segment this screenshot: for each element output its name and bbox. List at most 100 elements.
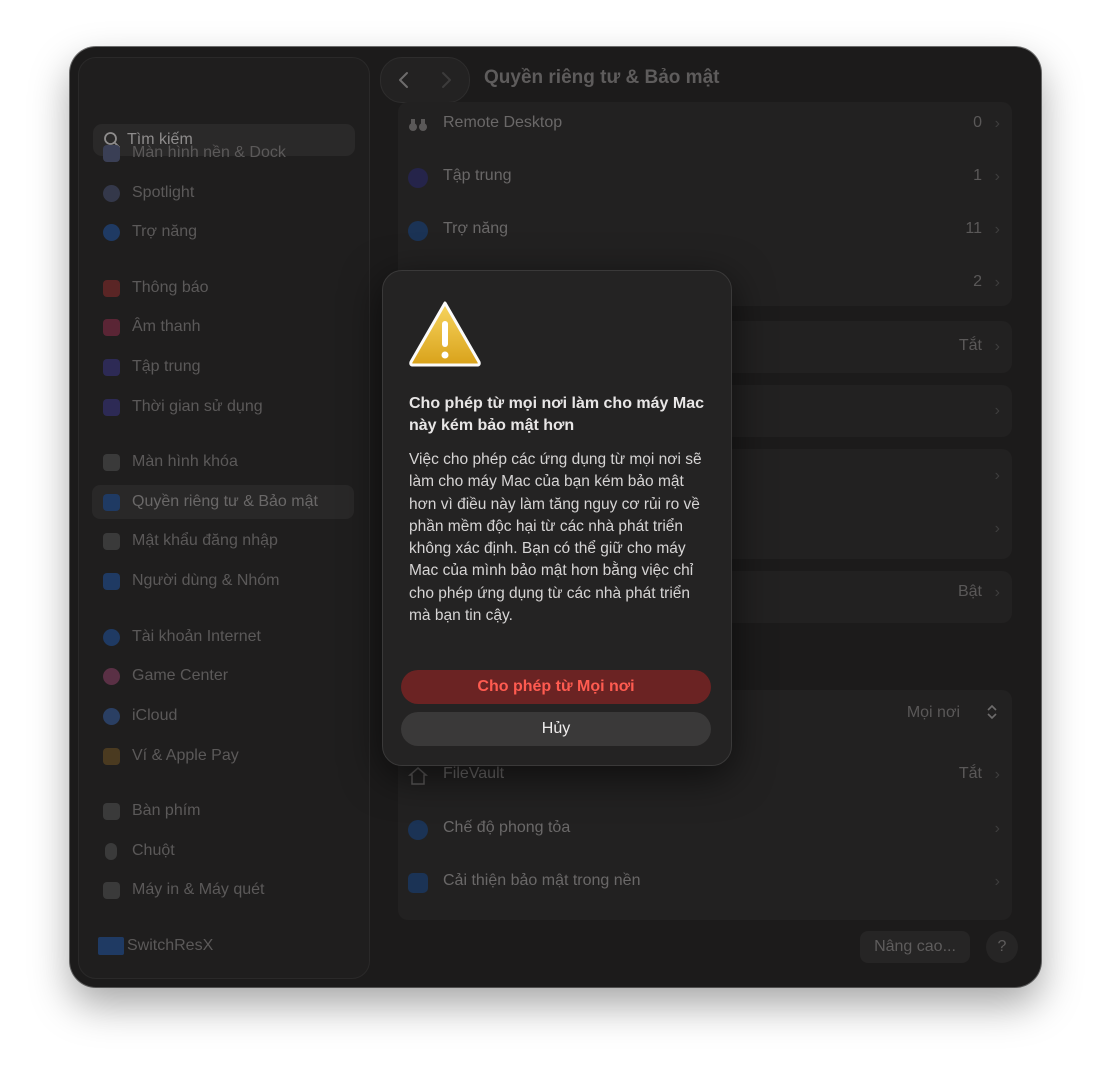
chevron-right-icon: › [994,584,1000,601]
sidebar-item-label: Game Center [132,667,229,684]
sidebar-item-notifications[interactable]: Thông báo [92,271,354,305]
sidebar-item-label: Chuột [132,842,175,859]
chevron-right-icon: › [994,338,1000,355]
sidebar-item-desktop-dock[interactable]: Màn hình nền & Dock [92,136,354,170]
advanced-button[interactable]: Nâng cao... [860,931,970,963]
page-title: Quyền riêng tư & Bảo mật [484,67,720,88]
chevron-right-icon: › [994,168,1000,185]
chevron-right-icon: › [994,402,1000,419]
row-remote-desktop[interactable]: Remote Desktop 0 › [398,100,1012,150]
row-label: Trợ năng [443,220,509,237]
row-label: Remote Desktop [443,114,563,131]
row-background-security[interactable]: Cải thiện bảo mật trong nền › [398,858,1012,908]
speaker-icon [103,319,120,336]
bell-icon [103,280,120,297]
warning-icon [409,301,481,367]
row-label: FileVault [443,765,505,782]
sidebar-item-label: Máy in & Máy quét [132,881,265,898]
sidebar-item-users-groups[interactable]: Người dùng & Nhóm [92,564,354,598]
moon-icon [408,168,428,188]
mouse-icon [105,843,117,860]
sidebar-item-accessibility[interactable]: Trợ năng [92,215,354,249]
users-icon [103,573,120,590]
updown-chevron-icon[interactable] [986,703,998,726]
lock-icon [103,454,120,471]
cloud-icon [103,708,120,725]
chevron-right-icon: › [994,467,1000,484]
sidebar-item-label: Mật khẩu đăng nhập [132,532,278,549]
sidebar-item-lock-screen[interactable]: Màn hình khóa [92,445,354,479]
allow-from-select[interactable]: Mọi nơi [907,704,960,722]
accessibility-icon [103,224,120,241]
row-value: 11 [965,220,982,237]
sidebar-item-switchresx[interactable]: SwitchResX [92,929,354,963]
display-icon [98,937,124,955]
sidebar-item-label: Màn hình khóa [132,453,238,470]
at-sign-icon [103,629,120,646]
sidebar-item-internet-accounts[interactable]: Tài khoản Internet [92,620,354,654]
back-forward-buttons [380,57,470,103]
sidebar-item-mouse[interactable]: Chuột [92,834,354,868]
moon-icon [103,359,120,376]
sidebar-item-wallet-apple-pay[interactable]: Ví & Apple Pay [92,739,354,773]
row-value: Bật [957,583,982,600]
back-arrow-icon[interactable] [395,70,413,90]
sidebar-item-keyboard[interactable]: Bàn phím [92,794,354,828]
sidebar-item-label: Thời gian sử dụng [132,398,263,415]
house-lock-icon [408,766,428,786]
sidebar-item-label: Tài khoản Internet [132,628,261,645]
sidebar-item-focus[interactable]: Tập trung [92,350,354,384]
warning-dialog: Cho phép từ mọi nơi làm cho máy Mac này … [382,270,732,766]
accessibility-icon [408,221,428,241]
sidebar-item-spotlight[interactable]: Spotlight [92,176,354,210]
allow-from-anywhere-button[interactable]: Cho phép từ Mọi nơi [401,670,711,704]
row-value: 1 [973,167,982,184]
sidebar-item-label: Màn hình nền & Dock [132,144,286,161]
chevron-right-icon: › [994,520,1000,537]
help-button[interactable]: ? [986,931,1018,963]
dialog-message: Việc cho phép các ứng dụng từ mọi nơi sẽ… [409,451,702,625]
sidebar-item-login-password[interactable]: Mật khẩu đăng nhập [92,524,354,558]
row-accessibility[interactable]: Trợ năng 11 › [398,206,1012,256]
sidebar-item-screen-time[interactable]: Thời gian sử dụng [92,390,354,424]
row-label: Tập trung [443,167,512,184]
keyboard-icon [103,803,120,820]
sidebar-item-icloud[interactable]: iCloud [92,699,354,733]
sidebar-item-label: Bàn phím [132,802,201,819]
sidebar-item-printers-scanners[interactable]: Máy in & Máy quét [92,873,354,907]
sidebar-item-game-center[interactable]: Game Center [92,659,354,693]
chevron-right-icon: › [994,221,1000,238]
sidebar-item-label: iCloud [132,707,178,724]
settings-window: Tìm kiếm Màn hình nền & Dock Spotlight T… [70,47,1041,987]
row-value: 0 [973,114,982,131]
game-center-icon [103,668,120,685]
cancel-button[interactable]: Hủy [401,712,711,746]
row-value: 2 [973,273,982,290]
binoculars-icon [408,115,428,135]
chevron-right-icon: › [994,820,1000,837]
row-lockdown-mode[interactable]: Chế độ phong tỏa › [398,805,1012,855]
sidebar-item-label: Ví & Apple Pay [132,747,239,764]
row-label: Cải thiện bảo mật trong nền [443,872,641,889]
chevron-right-icon: › [994,873,1000,890]
sidebar-item-label: Người dùng & Nhóm [132,572,280,589]
sidebar-item-label: Trợ năng [132,223,198,240]
desktop-dock-icon [103,145,120,162]
row-focus[interactable]: Tập trung 1 › [398,153,1012,203]
sidebar-item-label: Tập trung [132,358,201,375]
spotlight-icon [103,185,120,202]
dialog-title: Cho phép từ mọi nơi làm cho máy Mac này … [409,395,704,434]
password-lock-icon [103,533,120,550]
sidebar-item-label: Quyền riêng tư & Bảo mật [132,493,318,510]
hourglass-icon [103,399,120,416]
printer-icon [103,882,120,899]
chevron-right-icon: › [994,115,1000,132]
sidebar-item-sound[interactable]: Âm thanh [92,310,354,344]
sidebar-item-label: Spotlight [132,184,195,201]
forward-arrow-icon[interactable] [437,70,455,90]
row-value: Tắt [958,337,982,354]
chevron-right-icon: › [994,766,1000,783]
sidebar-item-privacy-security[interactable]: Quyền riêng tư & Bảo mật [92,485,354,519]
sidebar-item-label: Thông báo [132,279,209,296]
sidebar-item-label: Âm thanh [132,318,201,335]
